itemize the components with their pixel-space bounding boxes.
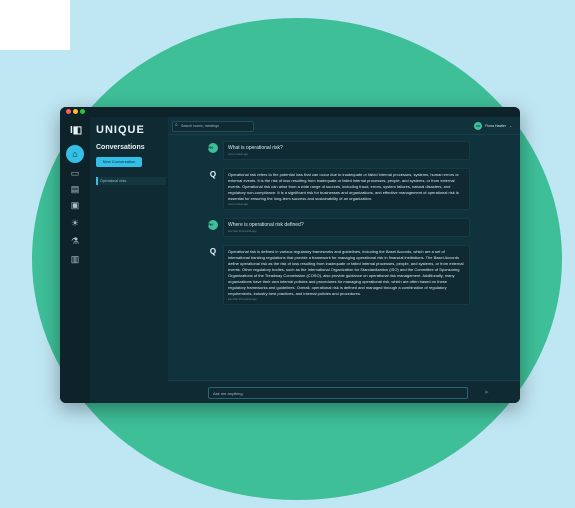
user-menu[interactable]: FH Fiona Hastler ⌄ [474,121,512,130]
search-input[interactable] [181,123,251,129]
assistant-icon: Q [209,170,217,179]
chat-thread: FH What is operational risk? Just a minu… [208,141,470,375]
message-text: Where is operational risk defined? [228,222,304,228]
message-text: What is operational risk? [228,145,283,151]
message-bubble: What is operational risk? Just a minute … [223,141,470,160]
ask-input[interactable] [213,390,453,396]
message-timestamp: Just a minute ago [228,203,248,206]
icon-rail: I◧ ⌂ ▭ ▤ ▣ ☀ ⚗ ▥ [60,117,90,403]
user-message: FH Where is operational risk defined? le… [208,218,470,237]
light-icon[interactable]: ☀ [69,217,81,229]
message-timestamp: less than 30 seconds ago [228,298,257,301]
chevron-down-icon: ⌄ [509,123,512,128]
search-icon: ⌕ [175,122,178,128]
assistant-message: Q Operational risk refers to the potenti… [208,168,470,210]
maximize-window-button[interactable] [80,109,85,114]
home-icon[interactable]: ⌂ [66,145,84,163]
message-text: Operational risk is defined in various r… [228,249,464,296]
user-avatar: FH [208,220,218,230]
message-bubble: Operational risk is defined in various r… [223,245,470,305]
user-message: FH What is operational risk? Just a minu… [208,141,470,160]
assistant-message: Q Operational risk is defined in various… [208,245,470,305]
assistant-icon: Q [209,247,217,256]
close-window-button[interactable] [66,109,71,114]
send-icon[interactable]: ➤ [484,388,489,398]
top-bar: ⌕ FH Fiona Hastler ⌄ [168,117,520,135]
inbox-icon[interactable]: ▣ [69,199,81,211]
lab-icon[interactable]: ⚗ [69,235,81,247]
sidebar: UNIQUE Conversations New Conversation Op… [90,117,169,403]
minimize-window-button[interactable] [73,109,78,114]
new-conversation-button[interactable]: New Conversation [96,157,142,167]
ask-box[interactable]: ➤ [208,387,489,399]
conversation-item[interactable]: Operational risks [96,177,166,185]
user-name: Fiona Hastler [485,123,507,128]
avatar: FH [474,121,483,130]
calendar-icon[interactable]: ▭ [69,167,81,179]
app-logo-icon: I◧ [70,125,83,136]
brand-logo: UNIQUE [96,124,145,136]
message-timestamp: less than 30 seconds ago [228,230,257,233]
composer: ➤ [168,380,520,403]
message-timestamp: Just a minute ago [228,153,248,156]
search-box[interactable]: ⌕ [172,121,254,132]
user-avatar: FH [208,143,218,153]
message-bubble: Where is operational risk defined? less … [223,218,470,237]
message-bubble: Operational risk refers to the potential… [223,168,470,210]
background-corner [0,0,70,50]
title-bar [60,107,520,117]
app-window: I◧ ⌂ ▭ ▤ ▣ ☀ ⚗ ▥ UNIQUE Conversations Ne… [60,107,520,403]
analytics-icon[interactable]: ▥ [69,253,81,265]
conversations-heading: Conversations [96,144,145,151]
documents-icon[interactable]: ▤ [69,183,81,195]
message-text: Operational risk refers to the potential… [228,172,459,201]
main-panel: ⌕ FH Fiona Hastler ⌄ FH What is operatio… [168,117,520,403]
